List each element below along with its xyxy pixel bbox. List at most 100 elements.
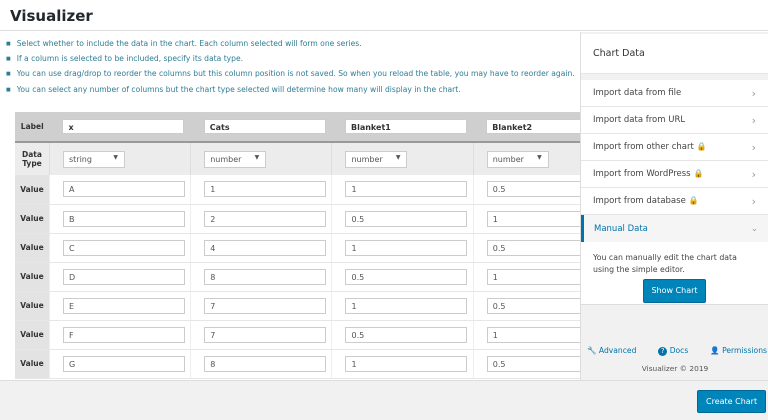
dropdown-arrow-icon: ▼: [537, 153, 542, 161]
import-option-label: Import from database: [593, 196, 686, 206]
value-input[interactable]: A: [62, 181, 185, 198]
chevron-right-icon: ›: [751, 140, 756, 154]
value-input[interactable]: 1: [345, 297, 468, 314]
row-header: Label: [20, 122, 44, 131]
label-row: Label x Cats Blanket1 Blanket2: [15, 112, 580, 142]
value-input[interactable]: 1: [204, 181, 327, 198]
data-type-value: number: [492, 154, 524, 164]
value-input[interactable]: E: [62, 297, 185, 314]
value-input[interactable]: 8: [204, 355, 327, 372]
sidebar-title: Chart Data: [581, 34, 768, 74]
docs-link[interactable]: ? Docs: [658, 346, 688, 356]
lock-icon: 🔒: [696, 142, 707, 151]
row-header: Value: [15, 349, 50, 379]
create-chart-button[interactable]: Create Chart: [697, 390, 767, 413]
value-input[interactable]: 1: [345, 181, 468, 198]
import-option-label: Import from WordPress: [593, 169, 691, 179]
value-input[interactable]: 0.5: [345, 210, 468, 227]
column-label-input[interactable]: Cats: [203, 119, 326, 134]
column-label-input[interactable]: Blanket1: [344, 119, 467, 134]
value-input[interactable]: 0.5: [486, 297, 580, 314]
permissions-link[interactable]: 👤 Permissions: [710, 346, 767, 356]
table-row: Value F 7 0.5 1: [15, 320, 580, 350]
table-row: Value D 8 0.5 1: [15, 262, 580, 292]
value-input[interactable]: 4: [204, 239, 327, 256]
manual-data-content: You can manually edit the chart data usi…: [581, 242, 768, 305]
help-icon: ?: [658, 347, 668, 356]
import-option[interactable]: Import from database 🔒 ›: [581, 188, 768, 215]
table-row: Value G 8 1 0.5: [15, 349, 580, 379]
import-option[interactable]: Import data from file ›: [581, 80, 768, 107]
data-type-value: number: [210, 154, 242, 164]
row-header: Value: [15, 204, 50, 234]
value-input[interactable]: 8: [204, 268, 327, 285]
table-row: Value B 2 0.5 1: [15, 204, 580, 234]
dropdown-arrow-icon: ▼: [113, 153, 118, 161]
data-type-value: number: [351, 154, 383, 164]
value-input[interactable]: 2: [204, 210, 327, 227]
column-label-input[interactable]: Blanket2: [486, 119, 580, 134]
table-row: Value A 1 1 0.5: [15, 175, 580, 205]
instructions: Select whether to include the data in th…: [6, 38, 575, 99]
chevron-right-icon: ›: [751, 167, 756, 181]
column-label-input[interactable]: x: [62, 119, 185, 134]
value-input[interactable]: 1: [345, 355, 468, 372]
footer: Create Chart: [0, 380, 768, 420]
advanced-link[interactable]: 🔧 Advanced: [587, 346, 636, 356]
data-type-select[interactable]: number ▼: [204, 150, 267, 168]
chevron-right-icon: ›: [751, 113, 756, 127]
manual-data-text: You can manually edit the chart data usi…: [593, 253, 737, 274]
sidebar: Chart Data Import data from file › Import …: [580, 32, 768, 380]
row-header: Value: [15, 291, 50, 321]
data-type-select[interactable]: string ▼: [62, 150, 125, 168]
import-option[interactable]: Import from other chart 🔒 ›: [581, 134, 768, 161]
data-type-select[interactable]: number ▼: [345, 150, 408, 168]
value-input[interactable]: 1: [486, 210, 580, 227]
wrench-icon: 🔧: [587, 346, 597, 355]
data-type-select[interactable]: number ▼: [486, 150, 549, 168]
value-input[interactable]: F: [62, 326, 185, 343]
row-header: Data Type: [15, 142, 50, 175]
show-chart-button[interactable]: Show Chart: [643, 279, 706, 303]
row-header: Value: [15, 320, 50, 350]
table-row: Value C 4 1 0.5: [15, 233, 580, 263]
value-input[interactable]: 7: [204, 326, 327, 343]
value-input[interactable]: 1: [345, 239, 468, 256]
manual-data-toggle[interactable]: Manual Data ⌄: [581, 215, 768, 242]
header: Visualizer: [0, 0, 768, 31]
row-header: Value: [15, 233, 50, 263]
value-input[interactable]: D: [62, 268, 185, 285]
value-input[interactable]: 0.5: [345, 326, 468, 343]
import-option[interactable]: Import from WordPress 🔒 ›: [581, 161, 768, 188]
note: You can select any number of columns but…: [6, 84, 575, 99]
value-input[interactable]: 7: [204, 297, 327, 314]
permissions-label: Permissions: [722, 346, 767, 355]
chevron-down-icon: ⌄: [750, 223, 758, 234]
data-type-value: string: [68, 154, 92, 164]
note: You can use drag/drop to reorder the col…: [6, 68, 575, 83]
user-icon: 👤: [710, 346, 720, 355]
value-input[interactable]: B: [62, 210, 185, 227]
import-option-label: Import data from file: [593, 88, 682, 98]
manual-data-label: Manual Data: [594, 223, 648, 234]
note: If a column is selected to be included, …: [6, 53, 575, 68]
data-type-row: Data Type string ▼ number ▼ number ▼ number ▼: [15, 142, 580, 175]
data-table: Label x Cats Blanket1 Blanket2 Data Type strin…: [15, 112, 580, 379]
dropdown-arrow-icon: ▼: [254, 153, 260, 161]
table-row: Value E 7 1 0.5: [15, 291, 580, 321]
value-input[interactable]: 1: [486, 268, 580, 285]
value-input[interactable]: 1: [486, 326, 580, 343]
page-title: Visualizer: [10, 7, 93, 25]
import-option[interactable]: Import data from URL ›: [581, 107, 768, 134]
row-header: Value: [15, 175, 50, 205]
main-panel: Select whether to include the data in th…: [0, 32, 580, 380]
value-input[interactable]: C: [62, 239, 185, 256]
import-option-label: Import from other chart: [593, 142, 694, 152]
value-input[interactable]: 0.5: [486, 181, 580, 198]
value-input[interactable]: 0.5: [486, 355, 580, 372]
value-input[interactable]: G: [62, 355, 185, 372]
value-input[interactable]: 0.5: [345, 268, 468, 285]
import-option-label: Import data from URL: [593, 115, 686, 125]
value-input[interactable]: 0.5: [486, 239, 580, 256]
chevron-right-icon: ›: [751, 86, 756, 100]
